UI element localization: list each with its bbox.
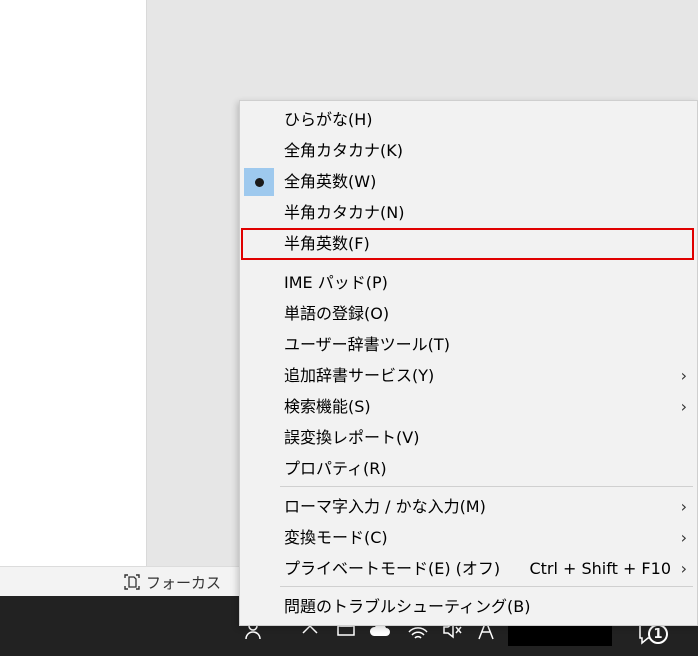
menu-separator bbox=[280, 486, 693, 487]
menu-item-hankaku-katakana[interactable]: 半角カタカナ(N) bbox=[240, 198, 697, 228]
menu-item-properties[interactable]: プロパティ(R) bbox=[240, 454, 697, 484]
focus-label: フォーカス bbox=[146, 573, 222, 592]
chevron-right-icon: › bbox=[680, 528, 687, 547]
highlight-box bbox=[241, 228, 694, 260]
menu-item-search[interactable]: 検索機能(S) › bbox=[240, 392, 697, 422]
menu-item-label: 変換モード(C) bbox=[284, 528, 388, 547]
menu-item-ime-pad[interactable]: IME パッド(P) bbox=[240, 268, 697, 298]
menu-item-user-dictionary[interactable]: ユーザー辞書ツール(T) bbox=[240, 330, 697, 360]
focus-icon bbox=[124, 574, 140, 590]
menu-item-additional-dictionary[interactable]: 追加辞書サービス(Y) › bbox=[240, 361, 697, 391]
chevron-right-icon: › bbox=[680, 559, 687, 578]
menu-separator bbox=[280, 586, 693, 587]
menu-item-label: ユーザー辞書ツール(T) bbox=[284, 335, 450, 354]
menu-item-label: プライベートモード(E) (オフ) bbox=[284, 559, 501, 578]
menu-item-private-mode[interactable]: プライベートモード(E) (オフ) Ctrl + Shift + F10 › bbox=[240, 554, 697, 584]
menu-item-label: ひらがな(H) bbox=[284, 110, 373, 129]
menu-item-conversion-report[interactable]: 誤変換レポート(V) bbox=[240, 423, 697, 453]
focus-button[interactable]: フォーカス bbox=[122, 571, 221, 593]
notification-badge: 1 bbox=[648, 624, 668, 644]
document-page bbox=[0, 0, 147, 566]
menu-item-label: 全角英数(W) bbox=[284, 172, 377, 191]
menu-item-label: 単語の登録(O) bbox=[284, 304, 390, 323]
menu-item-hiragana[interactable]: ひらがな(H) bbox=[240, 105, 697, 135]
chevron-right-icon: › bbox=[680, 497, 687, 516]
radio-check-icon bbox=[244, 168, 274, 196]
menu-item-zenkaku-katakana[interactable]: 全角カタカナ(K) bbox=[240, 136, 697, 166]
menu-item-label: 問題のトラブルシューティング(B) bbox=[284, 597, 531, 616]
clock-redacted[interactable] bbox=[508, 626, 612, 646]
menu-item-word-register[interactable]: 単語の登録(O) bbox=[240, 299, 697, 329]
chevron-right-icon: › bbox=[680, 366, 687, 385]
menu-item-zenkaku-eisu[interactable]: 全角英数(W) bbox=[240, 167, 697, 197]
menu-item-label: 検索機能(S) bbox=[284, 397, 371, 416]
menu-item-label: 誤変換レポート(V) bbox=[284, 428, 420, 447]
ime-context-menu: ひらがな(H) 全角カタカナ(K) 全角英数(W) 半角カタカナ(N) 半角英数… bbox=[239, 100, 698, 626]
menu-item-conversion-mode[interactable]: 変換モード(C) › bbox=[240, 523, 697, 553]
menu-item-label: IME パッド(P) bbox=[284, 273, 388, 292]
menu-item-label: 半角カタカナ(N) bbox=[284, 203, 405, 222]
chevron-right-icon: › bbox=[680, 397, 687, 416]
menu-item-troubleshooting[interactable]: 問題のトラブルシューティング(B) bbox=[240, 592, 697, 622]
menu-item-label: 全角カタカナ(K) bbox=[284, 141, 403, 160]
menu-item-label: プロパティ(R) bbox=[284, 459, 387, 478]
menu-item-label: 追加辞書サービス(Y) bbox=[284, 366, 435, 385]
shortcut-label: Ctrl + Shift + F10 bbox=[529, 559, 671, 578]
menu-item-input-method[interactable]: ローマ字入力 / かな入力(M) › bbox=[240, 492, 697, 522]
menu-item-label: ローマ字入力 / かな入力(M) bbox=[284, 497, 486, 516]
